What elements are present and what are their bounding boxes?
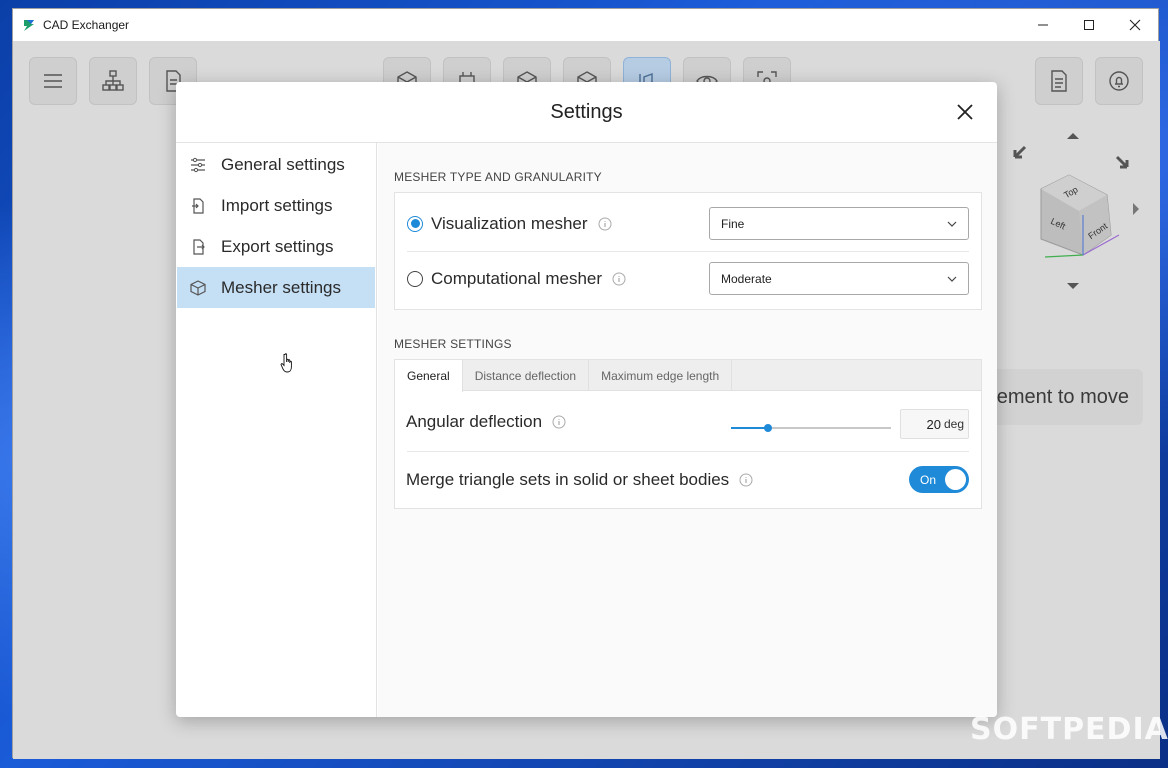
close-dialog-icon[interactable] [953,100,977,124]
rotate-up-icon[interactable] [1067,133,1079,139]
mesher-type-panel: Visualization mesher Fine Computational … [394,192,982,310]
chevron-down-icon [947,276,957,282]
visualization-mesher-row: Visualization mesher Fine [395,207,981,240]
settings-content: MESHER TYPE AND GRANULARITY Visualizatio… [378,143,997,717]
nav-label: Mesher settings [221,277,341,297]
computational-granularity-select[interactable]: Moderate [709,262,969,295]
angular-deflection-label: Angular deflection [406,412,543,431]
import-icon [192,197,204,214]
info-icon[interactable] [612,272,626,286]
row-divider [407,251,969,252]
notifications-button[interactable] [1095,57,1143,105]
mesher-settings-panel: General Distance deflection Maximum edge… [394,359,982,509]
merge-triangles-row: Merge triangle sets in solid or sheet bo… [395,452,981,508]
settings-dialog: Settings General settings Import setting… [176,82,997,717]
mesher-type-section-title: MESHER TYPE AND GRANULARITY [394,170,602,184]
computational-mesher-row: Computational mesher Moderate [395,262,981,295]
hamburger-icon [44,74,62,88]
nav-label: Import settings [221,195,333,215]
hierarchy-icon [102,70,124,91]
nav-general-settings[interactable]: General settings [177,144,375,185]
info-icon[interactable] [598,217,612,231]
cad-exchanger-logo-icon [24,20,34,31]
export-icon [193,238,205,255]
angular-deflection-row: Angular deflection 20 deg [395,392,981,452]
rotate-down-icon[interactable] [1067,283,1079,289]
angular-deflection-input[interactable]: 20 deg [900,409,969,439]
model-tree-button[interactable] [89,57,137,105]
arrow-up-left-icon[interactable] [1013,145,1027,159]
mesher-settings-tabs: General Distance deflection Maximum edge… [395,360,981,392]
maximize-icon [1084,20,1094,30]
minimize-icon [1038,24,1048,26]
sliders-icon [191,157,205,172]
window-title: CAD Exchanger [43,18,130,32]
chevron-down-icon [947,221,957,227]
select-value: Fine [721,216,745,231]
nav-label: Export settings [221,236,334,256]
tab-maximum-edge-length[interactable]: Maximum edge length [589,360,733,391]
visualization-mesher-radio[interactable] [407,215,423,232]
report-button[interactable] [1035,57,1083,105]
merge-triangles-toggle[interactable]: On [909,466,969,493]
mesh-cube-icon [190,279,206,296]
angular-deflection-value: 20 [926,416,941,432]
slider-fill [731,427,768,429]
view-cube[interactable]: Top Front Left [1001,131,1141,301]
merge-triangles-label: Merge triangle sets in solid or sheet bo… [406,470,730,489]
minimize-button[interactable] [1020,9,1066,41]
nav-label: General settings [221,154,345,174]
tab-distance-deflection[interactable]: Distance deflection [463,360,590,391]
arrow-down-right-icon[interactable] [1115,155,1129,169]
close-window-button[interactable] [1112,9,1158,41]
info-icon[interactable] [739,473,753,487]
select-value: Moderate [721,271,772,286]
hand-cursor-icon [280,353,292,373]
bell-icon [1109,71,1129,91]
softpedia-watermark: SOFTPEDIA [970,712,1168,747]
slider-handle[interactable] [763,424,772,432]
nav-import-settings[interactable]: Import settings [177,185,375,226]
visualization-mesher-label: Visualization mesher [431,213,588,233]
info-icon[interactable] [552,415,566,429]
title-bar: CAD Exchanger [13,9,1158,41]
toggle-label: On [920,472,937,487]
visualization-granularity-select[interactable]: Fine [709,207,969,240]
computational-mesher-label: Computational mesher [431,268,603,288]
toggle-knob [945,469,966,490]
rotate-right-icon[interactable] [1133,203,1139,215]
nav-export-settings[interactable]: Export settings [177,226,375,267]
maximize-button[interactable] [1066,9,1112,41]
close-icon [1129,19,1141,31]
menu-button[interactable] [29,57,77,105]
angular-deflection-slider[interactable] [731,422,891,434]
hint-text: ement to move [996,385,1129,408]
mesher-settings-section-title: MESHER SETTINGS [394,337,512,351]
y-axis-icon [1044,254,1084,258]
settings-nav: General settings Import settings Export … [176,143,377,717]
angular-deflection-unit: deg [943,417,964,431]
computational-mesher-radio[interactable] [407,270,423,287]
dialog-header: Settings [176,82,997,143]
nav-mesher-settings[interactable]: Mesher settings [177,267,375,308]
dialog-title: Settings [550,100,623,123]
document-icon [1051,70,1067,92]
tab-general[interactable]: General [395,360,463,392]
